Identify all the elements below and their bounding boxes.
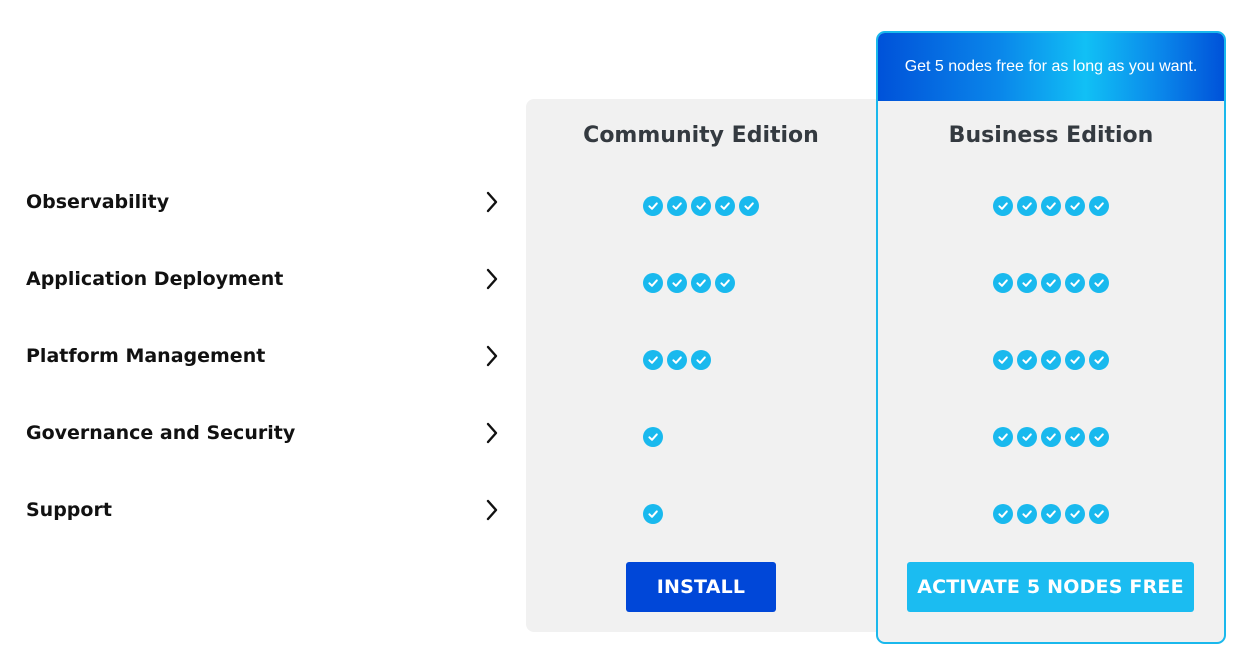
community-checks-application-deployment xyxy=(643,273,735,295)
feature-row-observability[interactable]: Observability xyxy=(26,182,504,222)
community-checks-governance-and-security xyxy=(643,427,663,449)
activate-5-nodes-free-button[interactable]: ACTIVATE 5 NODES FREE xyxy=(907,562,1194,612)
check-circle-icon xyxy=(691,273,711,293)
community-checks-platform-management xyxy=(643,350,711,372)
feature-row-application-deployment[interactable]: Application Deployment xyxy=(26,259,504,299)
check-circle-icon xyxy=(1041,350,1061,370)
business-checks-platform-management xyxy=(993,350,1109,372)
check-circle-icon xyxy=(1065,273,1085,293)
chevron-right-icon[interactable] xyxy=(480,344,504,368)
check-circle-icon xyxy=(1065,504,1085,524)
feature-label: Platform Management xyxy=(26,345,266,367)
check-circle-icon xyxy=(1017,196,1037,216)
check-circle-icon xyxy=(1017,427,1037,447)
check-circle-icon xyxy=(993,427,1013,447)
check-circle-icon xyxy=(1017,504,1037,524)
check-circle-icon xyxy=(1065,427,1085,447)
business-checks-governance-and-security xyxy=(993,427,1109,449)
business-checks-observability xyxy=(993,196,1109,218)
check-circle-icon xyxy=(667,196,687,216)
check-circle-icon xyxy=(1065,196,1085,216)
feature-label: Governance and Security xyxy=(26,422,296,444)
check-circle-icon xyxy=(993,273,1013,293)
check-circle-icon xyxy=(993,196,1013,216)
business-banner: Get 5 nodes free for as long as you want… xyxy=(878,33,1224,101)
business-edition-title: Business Edition xyxy=(948,123,1154,148)
check-circle-icon xyxy=(1041,504,1061,524)
check-circle-icon xyxy=(643,504,663,524)
check-circle-icon xyxy=(1041,273,1061,293)
chevron-right-icon[interactable] xyxy=(480,267,504,291)
community-checks-support xyxy=(643,504,663,526)
feature-row-platform-management[interactable]: Platform Management xyxy=(26,336,504,376)
check-circle-icon xyxy=(1041,427,1061,447)
check-circle-icon xyxy=(643,273,663,293)
check-circle-icon xyxy=(667,273,687,293)
feature-label: Application Deployment xyxy=(26,268,284,290)
business-checks-support xyxy=(993,504,1109,526)
check-circle-icon xyxy=(691,350,711,370)
check-circle-icon xyxy=(1065,350,1085,370)
check-circle-icon xyxy=(993,504,1013,524)
feature-row-support[interactable]: Support xyxy=(26,490,504,530)
community-checks-observability xyxy=(643,196,759,218)
check-circle-icon xyxy=(691,196,711,216)
check-circle-icon xyxy=(1089,273,1109,293)
check-circle-icon xyxy=(715,196,735,216)
check-circle-icon xyxy=(1041,196,1061,216)
chevron-right-icon[interactable] xyxy=(480,498,504,522)
feature-label: Support xyxy=(26,499,112,521)
chevron-right-icon[interactable] xyxy=(480,190,504,214)
check-circle-icon xyxy=(715,273,735,293)
check-circle-icon xyxy=(1017,273,1037,293)
check-circle-icon xyxy=(1089,196,1109,216)
check-circle-icon xyxy=(643,350,663,370)
check-circle-icon xyxy=(739,196,759,216)
install-button[interactable]: INSTALL xyxy=(626,562,776,612)
feature-row-governance-and-security[interactable]: Governance and Security xyxy=(26,413,504,453)
check-circle-icon xyxy=(1017,350,1037,370)
feature-label: Observability xyxy=(26,191,170,213)
check-circle-icon xyxy=(1089,504,1109,524)
check-circle-icon xyxy=(1089,427,1109,447)
check-circle-icon xyxy=(1089,350,1109,370)
community-edition-title: Community Edition xyxy=(583,123,819,148)
business-checks-application-deployment xyxy=(993,273,1109,295)
check-circle-icon xyxy=(993,350,1013,370)
check-circle-icon xyxy=(667,350,687,370)
chevron-right-icon[interactable] xyxy=(480,421,504,445)
check-circle-icon xyxy=(643,196,663,216)
check-circle-icon xyxy=(643,427,663,447)
